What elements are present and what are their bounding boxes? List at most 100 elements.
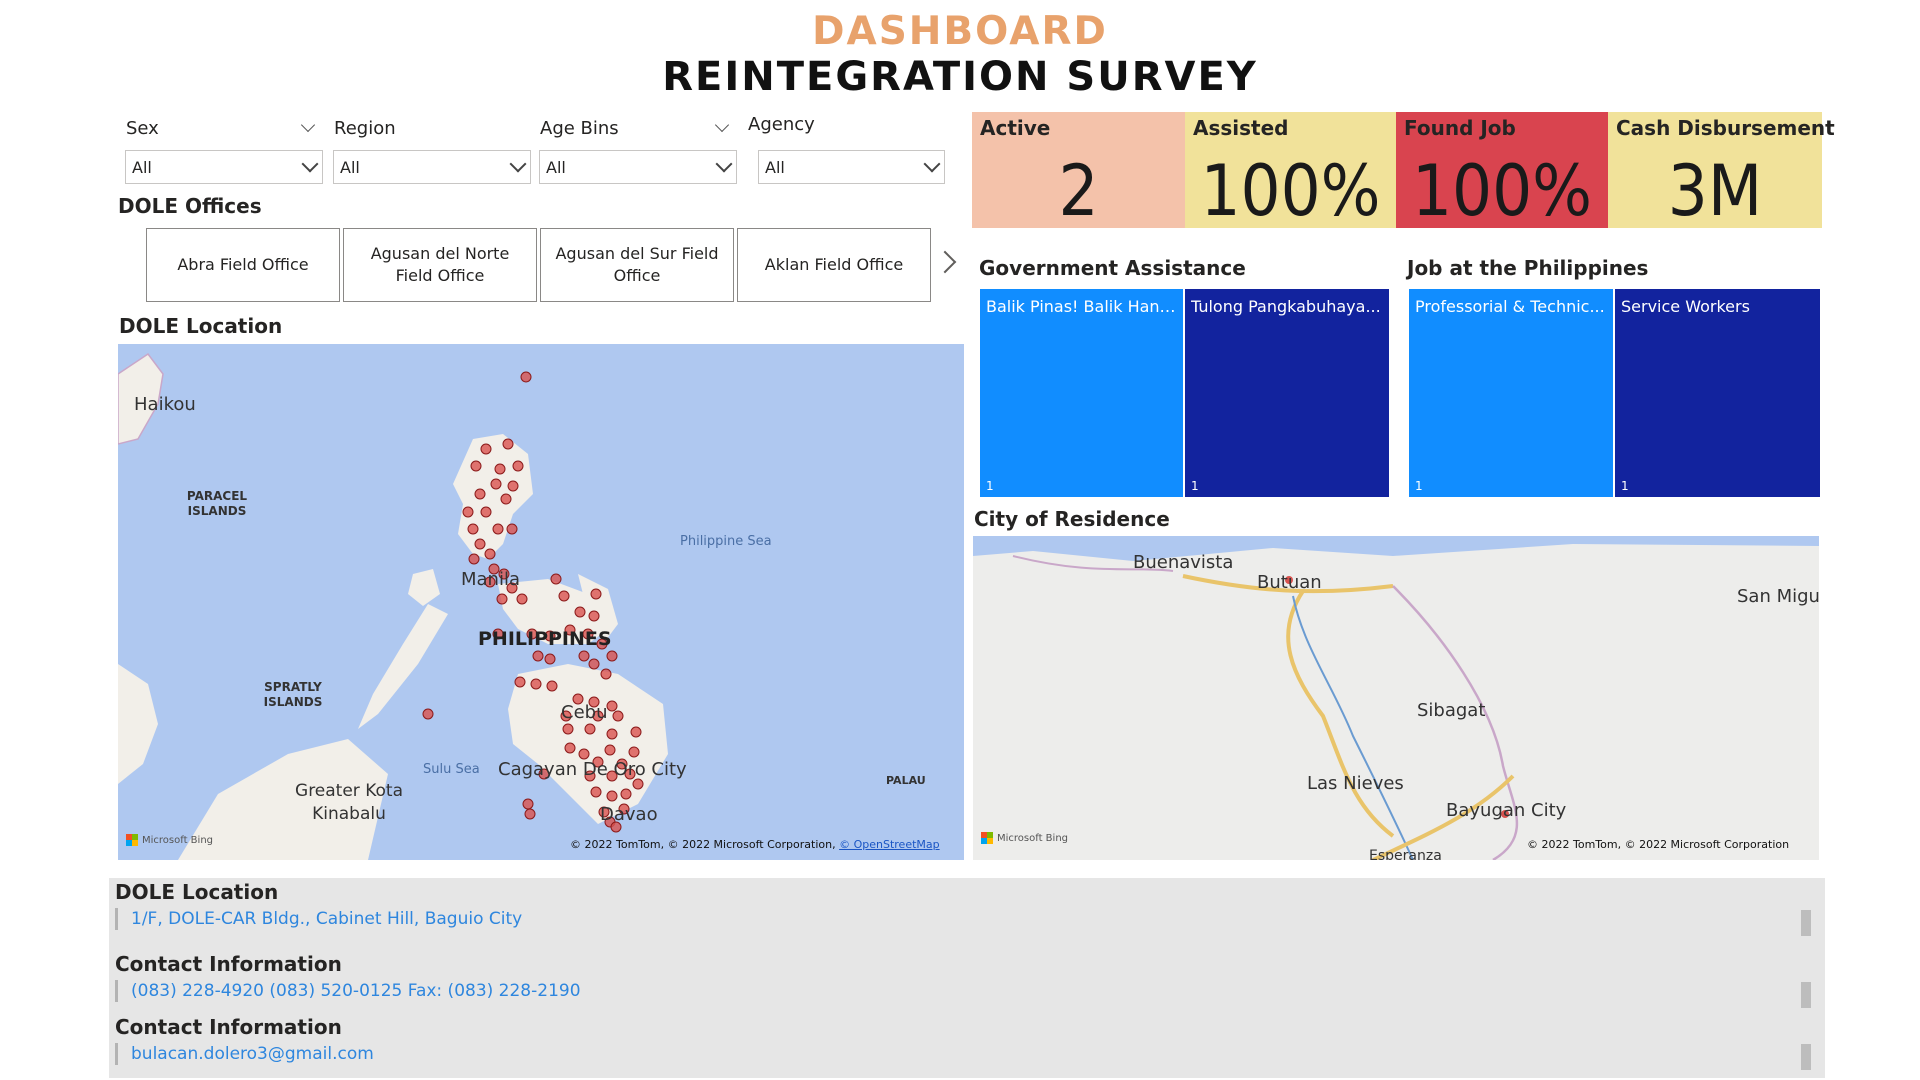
- slicer-sex-label: Sex: [126, 117, 159, 139]
- info-location-title: DOLE Location: [115, 880, 279, 904]
- slicer-region-label: Region: [334, 117, 396, 139]
- kpi-cash-disbursement-card: Cash Disbursement 3M: [1608, 112, 1835, 232]
- collapse-chevron-icon[interactable]: [300, 117, 316, 133]
- scrollbar[interactable]: [1801, 910, 1811, 936]
- city-label-sibagat: Sibagat: [1417, 700, 1486, 721]
- slicer-age-bins[interactable]: Age Bins All: [532, 114, 737, 194]
- dole-offices-title: DOLE Offices: [118, 194, 262, 218]
- title-reintegration-survey: REINTEGRATION SURVEY: [662, 54, 1258, 100]
- slicer-sex[interactable]: Sex All: [118, 114, 323, 194]
- slicer-age-bins-dropdown[interactable]: All: [539, 150, 737, 184]
- kpi-assisted-card: Assisted 100%: [1185, 112, 1396, 232]
- treemap-cell-label: Service Workers: [1621, 297, 1750, 316]
- bing-text: Microsoft Bing: [997, 832, 1069, 844]
- bing-logo: Microsoft Bing: [981, 832, 1068, 844]
- map-label-philippine-sea: Philippine Sea: [680, 534, 772, 549]
- map-label-kota-kinabalu: Greater Kota Kinabalu: [295, 781, 403, 824]
- treemap-cell-count: 1: [1415, 479, 1423, 493]
- map-label-cebu: Cebu: [561, 702, 608, 723]
- slicer-agency-label: Agency: [748, 113, 815, 135]
- info-contact-title: Contact Information: [115, 1015, 342, 1039]
- slicer-region[interactable]: Region All: [326, 114, 531, 194]
- collapse-chevron-icon[interactable]: [714, 117, 730, 133]
- city-of-residence-title: City of Residence: [974, 507, 1170, 531]
- government-assistance-title: Government Assistance: [979, 256, 1246, 280]
- city-map-shapes: [973, 536, 1819, 860]
- info-location-value[interactable]: 1/F, DOLE-CAR Bldg., Cabinet Hill, Bagui…: [115, 908, 522, 930]
- openstreetmap-link[interactable]: © OpenStreetMap: [839, 838, 940, 851]
- scrollbar[interactable]: [1801, 1044, 1811, 1070]
- kpi-cash-disbursement-label: Cash Disbursement: [1616, 116, 1835, 140]
- office-tile[interactable]: Agusan del Sur Field Office: [540, 228, 734, 302]
- info-contact-phone-value[interactable]: (083) 228-4920 (083) 520-0125 Fax: (083)…: [115, 980, 581, 1002]
- city-label-las-nieves: Las Nieves: [1307, 773, 1404, 794]
- treemap-cell[interactable]: Balik Pinas! Balik Hana... 1: [980, 289, 1183, 497]
- treemap-cell-label: Balik Pinas! Balik Hana...: [986, 297, 1179, 316]
- slicer-age-bins-value: All: [546, 157, 566, 177]
- treemap-cell-label: Professorial & Technic...: [1415, 297, 1605, 316]
- map-label-cagayan: Cagayan De Oro City: [498, 759, 687, 780]
- dole-offices-tiles: Abra Field Office Agusan del Norte Field…: [146, 228, 931, 302]
- chevron-down-icon: [715, 155, 733, 173]
- info-contact-email-value[interactable]: bulacan.dolero3@gmail.com: [115, 1043, 374, 1065]
- job-philippines-title: Job at the Philippines: [1407, 256, 1649, 280]
- city-label-butuan: Butuan: [1257, 572, 1322, 593]
- city-of-residence-map[interactable]: Buenavista Butuan San Migu Sibagat Las N…: [973, 536, 1819, 860]
- slicer-agency-dropdown[interactable]: All: [758, 150, 945, 184]
- treemap-cell[interactable]: Professorial & Technic... 1: [1409, 289, 1613, 497]
- chevron-right-icon[interactable]: [933, 250, 957, 274]
- kpi-assisted-label: Assisted: [1193, 116, 1289, 140]
- city-label-bayugan: Bayugan City: [1446, 800, 1567, 821]
- slicer-sex-dropdown[interactable]: All: [125, 150, 323, 184]
- office-tile[interactable]: Abra Field Office: [146, 228, 340, 302]
- title-dashboard: DASHBOARD: [812, 9, 1108, 54]
- kpi-found-job-label: Found Job: [1404, 116, 1516, 140]
- dole-location-map-title: DOLE Location: [119, 314, 283, 338]
- slicer-agency-value: All: [765, 157, 785, 177]
- kpi-cash-disbursement-value: 3M: [1667, 150, 1763, 232]
- dole-location-map[interactable]: Haikou PARACEL ISLANDS Philippine Sea Ma…: [118, 344, 964, 860]
- bing-text: Microsoft Bing: [142, 834, 214, 846]
- map-label-davao: Davao: [600, 804, 658, 825]
- map-label-haikou: Haikou: [134, 394, 196, 415]
- treemap-cell-label: Tulong Pangkabuhaya...: [1191, 297, 1381, 316]
- slicer-agency[interactable]: Agency All: [740, 110, 945, 190]
- chevron-down-icon: [301, 155, 319, 173]
- kpi-assisted-value: 100%: [1200, 150, 1381, 232]
- bing-logo: Microsoft Bing: [126, 834, 213, 846]
- slicer-region-value: All: [340, 157, 360, 177]
- city-label-san-mig: San Migu: [1737, 586, 1819, 607]
- microsoft-logo-icon: [981, 832, 993, 844]
- chevron-down-icon: [923, 155, 941, 173]
- report-header: DASHBOARD REINTEGRATION SURVEY: [0, 9, 1920, 101]
- map-label-manila: Manila: [461, 569, 521, 590]
- slicer-age-bins-label: Age Bins: [540, 117, 619, 139]
- chevron-down-icon: [509, 155, 527, 173]
- map-label-paracel: PARACEL ISLANDS: [186, 489, 248, 518]
- treemap-cell-count: 1: [1191, 479, 1199, 493]
- slicer-sex-value: All: [132, 157, 152, 177]
- map-label-spratly: SPRATLY ISLANDS: [263, 680, 323, 709]
- kpi-found-job-card: Found Job 100%: [1396, 112, 1608, 232]
- kpi-found-job-value: 100%: [1411, 150, 1593, 232]
- treemap-cell-count: 1: [986, 479, 994, 493]
- kpi-active-value: 2: [1058, 150, 1099, 232]
- kpi-active-label: Active: [980, 116, 1051, 140]
- city-label-esperanza: Esperanza: [1369, 848, 1442, 860]
- kpi-active-card: Active 2: [972, 112, 1185, 232]
- info-contact-title: Contact Information: [115, 952, 342, 976]
- treemap-cell[interactable]: Service Workers 1: [1615, 289, 1820, 497]
- microsoft-logo-icon: [126, 834, 138, 846]
- map-label-sulu-sea: Sulu Sea: [423, 762, 480, 777]
- scrollbar[interactable]: [1801, 982, 1811, 1008]
- office-tile[interactable]: Agusan del Norte Field Office: [343, 228, 537, 302]
- map-copyright: © 2022 TomTom, © 2022 Microsoft Corporat…: [570, 838, 940, 851]
- slicer-region-dropdown[interactable]: All: [333, 150, 531, 184]
- office-tile[interactable]: Aklan Field Office: [737, 228, 931, 302]
- map-label-palau: PALAU: [886, 774, 926, 787]
- city-label-buenavista: Buenavista: [1133, 552, 1234, 573]
- treemap-cell-count: 1: [1621, 479, 1629, 493]
- treemap-cell[interactable]: Tulong Pangkabuhaya... 1: [1185, 289, 1389, 497]
- map-label-philippines: PHILIPPINES: [478, 628, 612, 650]
- copyright-text: © 2022 TomTom, © 2022 Microsoft Corporat…: [570, 838, 836, 851]
